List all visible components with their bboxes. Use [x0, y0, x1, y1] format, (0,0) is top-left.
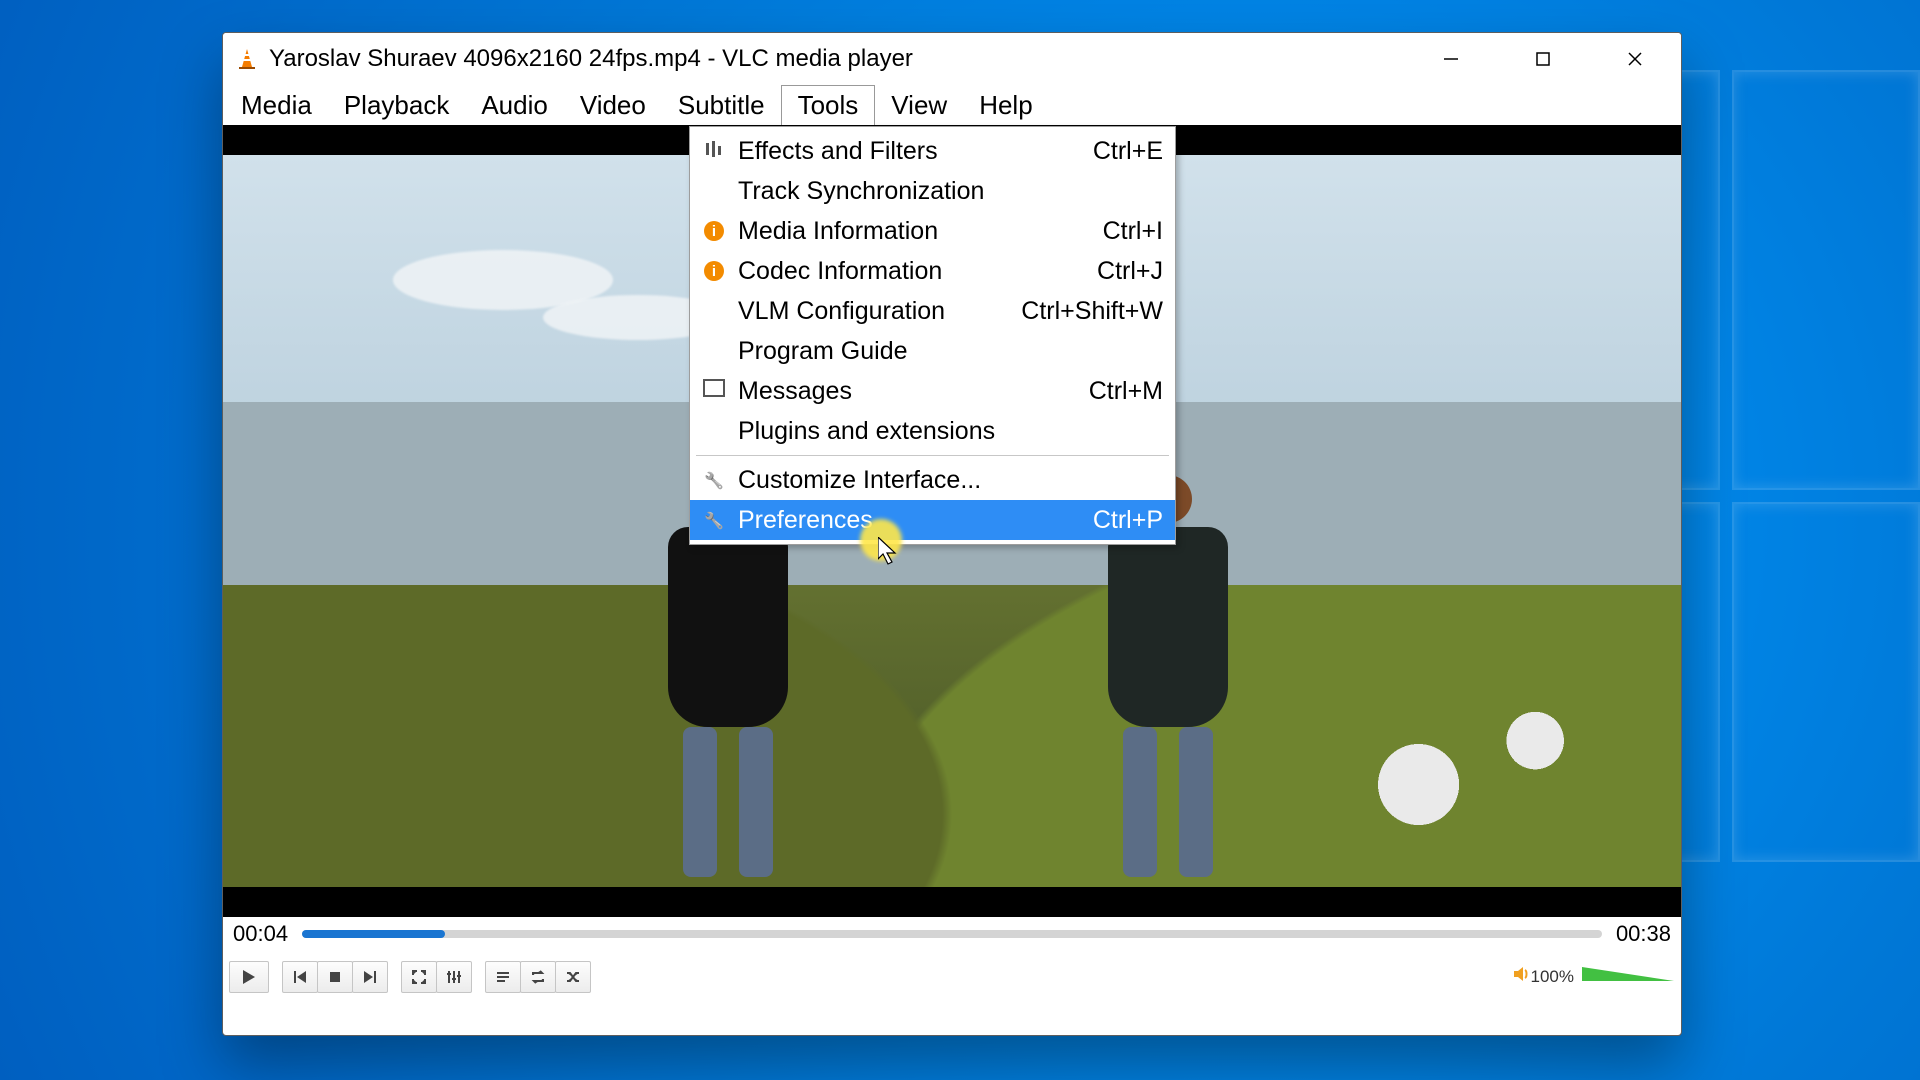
menu-item-customize-interface[interactable]: Customize Interface... [690, 460, 1175, 500]
menu-item-label: Effects and Filters [738, 137, 938, 166]
loop-button[interactable] [520, 961, 556, 993]
play-button[interactable] [229, 961, 269, 993]
menu-item-label: Customize Interface... [738, 466, 981, 495]
mouse-cursor [878, 537, 900, 571]
menu-playback[interactable]: Playback [328, 85, 466, 125]
seek-bar: 00:04 00:38 [223, 917, 1681, 951]
menu-item-plugins-and-extensions[interactable]: Plugins and extensions [690, 411, 1175, 451]
menu-item-label: Media Information [738, 217, 938, 246]
stop-button[interactable] [317, 961, 353, 993]
menu-item-program-guide[interactable]: Program Guide [690, 331, 1175, 371]
menu-item-media-information[interactable]: iMedia InformationCtrl+I [690, 211, 1175, 251]
menu-item-codec-information[interactable]: iCodec InformationCtrl+J [690, 251, 1175, 291]
menu-video[interactable]: Video [564, 85, 662, 125]
vlc-window: Yaroslav Shuraev 4096x2160 24fps.mp4 - V… [222, 32, 1682, 1036]
menu-tools[interactable]: Tools [781, 85, 876, 125]
playlist-button[interactable] [485, 961, 521, 993]
shuffle-button[interactable] [555, 961, 591, 993]
menu-item-shortcut: Ctrl+Shift+W [1021, 297, 1163, 326]
menu-view[interactable]: View [875, 85, 963, 125]
menu-item-label: Codec Information [738, 257, 942, 286]
menu-audio[interactable]: Audio [465, 85, 564, 125]
menu-item-shortcut: Ctrl+E [1093, 137, 1163, 166]
volume-label: 100% [1531, 967, 1574, 987]
time-elapsed: 00:04 [233, 921, 288, 947]
titlebar[interactable]: Yaroslav Shuraev 4096x2160 24fps.mp4 - V… [223, 33, 1681, 85]
menu-item-messages[interactable]: Messages Ctrl+M [690, 371, 1175, 411]
menu-separator [696, 455, 1169, 456]
menu-item-effects-and-filters[interactable]: Effects and Filters Ctrl+E [690, 131, 1175, 171]
fullscreen-button[interactable] [401, 961, 437, 993]
wallpaper-pane [1732, 70, 1920, 490]
menu-media[interactable]: Media [225, 85, 328, 125]
menu-item-label: Messages [738, 377, 852, 406]
previous-button[interactable] [282, 961, 318, 993]
next-button[interactable] [352, 961, 388, 993]
menu-help[interactable]: Help [963, 85, 1048, 125]
extended-settings-button[interactable] [436, 961, 472, 993]
menu-bar: MediaPlaybackAudioVideoSubtitleToolsView… [223, 85, 1681, 125]
menu-item-vlm-configuration[interactable]: VLM Configuration Ctrl+Shift+W [690, 291, 1175, 331]
time-total: 00:38 [1616, 921, 1671, 947]
menu-item-shortcut: Ctrl+J [1097, 257, 1163, 286]
seek-track[interactable] [302, 930, 1602, 938]
volume-slider[interactable] [1582, 969, 1674, 985]
wallpaper-pane [1732, 502, 1920, 862]
menu-item-shortcut: Ctrl+M [1089, 377, 1163, 406]
menu-item-label: Track Synchronization [738, 177, 984, 206]
menu-item-label: VLM Configuration [738, 297, 945, 326]
window-title: Yaroslav Shuraev 4096x2160 24fps.mp4 - V… [269, 45, 913, 73]
mute-button[interactable] [1513, 965, 1531, 989]
menu-item-shortcut: Ctrl+I [1103, 217, 1163, 246]
vlc-cone-icon [235, 47, 259, 71]
menu-item-label: Program Guide [738, 337, 908, 366]
tools-menu-dropdown: Effects and Filters Ctrl+E Track Synchroni… [689, 126, 1176, 545]
minimize-button[interactable] [1405, 33, 1497, 85]
playback-controls: 100% [223, 951, 1681, 1007]
menu-item-label: Plugins and extensions [738, 417, 995, 446]
menu-item-shortcut: Ctrl+P [1093, 506, 1163, 535]
close-button[interactable] [1589, 33, 1681, 85]
menu-item-track-synchronization[interactable]: Track Synchronization [690, 171, 1175, 211]
maximize-button[interactable] [1497, 33, 1589, 85]
menu-item-preferences[interactable]: Preferences Ctrl+P [690, 500, 1175, 540]
seek-progress [302, 930, 445, 938]
menu-item-label: Preferences [738, 506, 873, 535]
menu-subtitle[interactable]: Subtitle [662, 85, 781, 125]
